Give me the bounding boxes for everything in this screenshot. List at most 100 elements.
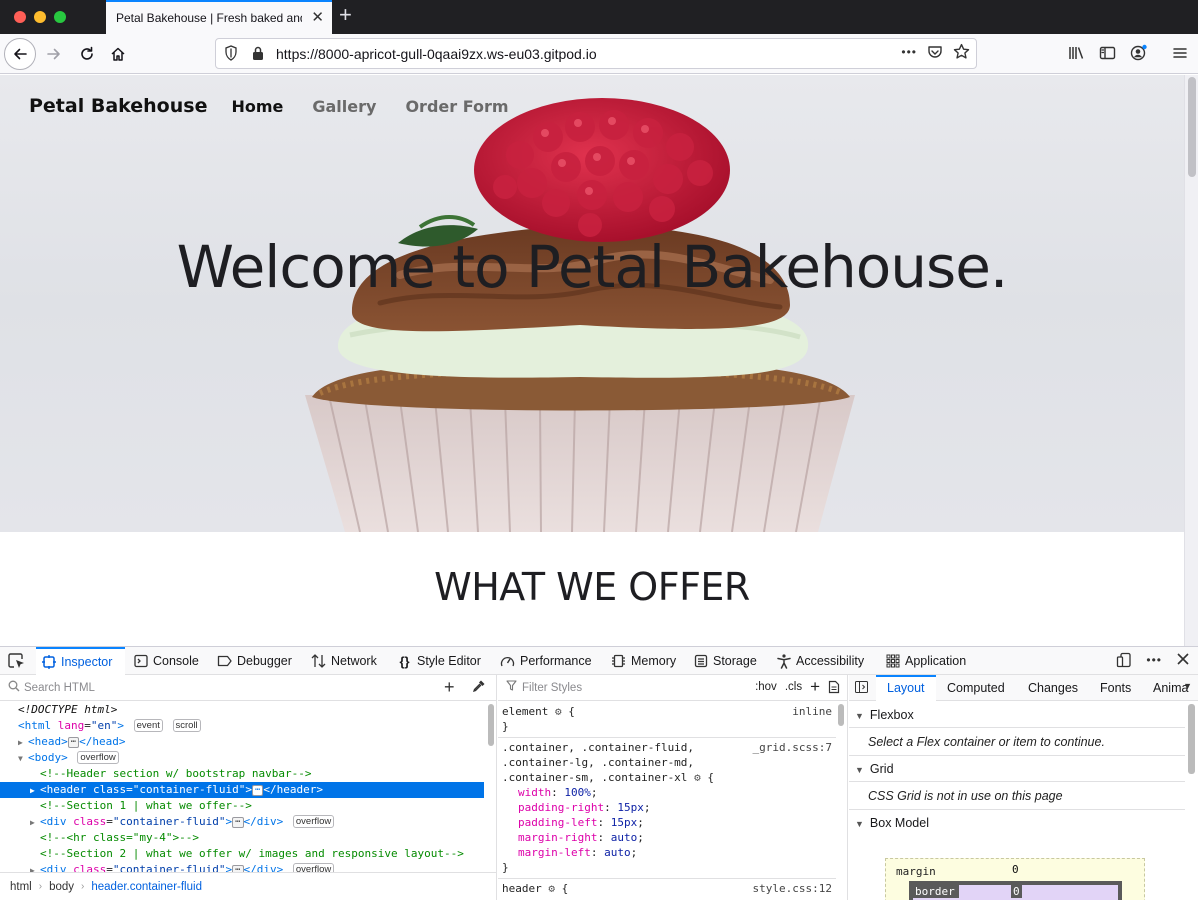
- reload-button[interactable]: [71, 38, 103, 70]
- tab-console[interactable]: Console: [134, 647, 199, 675]
- tree-row-header-selected[interactable]: ▶ <header class="container-fluid"> ⋯ </head…: [0, 782, 484, 798]
- rule-selector[interactable]: element: [502, 705, 548, 718]
- page-actions-icon[interactable]: •••: [901, 45, 917, 59]
- tree-row-comment[interactable]: <!--Section 1 | what we offer-->: [0, 798, 484, 814]
- gear-icon[interactable]: ⚙: [555, 705, 562, 718]
- gear-icon[interactable]: ⚙: [694, 771, 701, 784]
- rules-scrollbar[interactable]: [836, 702, 846, 900]
- toggle-pane-icon[interactable]: [855, 681, 868, 693]
- account-icon[interactable]: [1130, 44, 1148, 61]
- breadcrumb-body[interactable]: body: [49, 881, 74, 893]
- browser-tab[interactable]: Petal Bakehouse | Fresh baked and… ✕: [106, 0, 332, 34]
- forward-button[interactable]: [38, 38, 70, 70]
- css-declaration[interactable]: margin-right: auto;: [502, 830, 832, 845]
- breadcrumb-html[interactable]: html: [10, 881, 32, 893]
- nav-link-home[interactable]: Home: [231, 97, 283, 116]
- devtools-close-icon[interactable]: [1176, 652, 1190, 666]
- css-declaration[interactable]: padding-left: 15px;: [502, 815, 832, 830]
- sidebar-tab-computed[interactable]: Computed: [947, 675, 1005, 701]
- sidebar-tab-layout[interactable]: Layout: [876, 675, 936, 701]
- minimize-window-button[interactable]: [34, 11, 46, 23]
- box-model-margin[interactable]: margin 0 border 0: [885, 858, 1145, 900]
- rule-selector[interactable]: .container-sm, .container-xl: [502, 771, 687, 784]
- cls-toggle[interactable]: .cls: [785, 681, 802, 693]
- tab-storage[interactable]: Storage: [694, 647, 757, 675]
- tree-row-div[interactable]: ▶ <div class="container-fluid"> ⋯ </div> ov…: [0, 814, 484, 830]
- rules-scrollbar-thumb[interactable]: [838, 704, 844, 726]
- hamburger-menu-icon[interactable]: [1172, 45, 1188, 61]
- tree-row-comment[interactable]: <!--<hr class="my-4">-->: [0, 830, 484, 846]
- add-rule-button[interactable]: +: [810, 678, 820, 695]
- box-model-border[interactable]: border 0: [909, 881, 1122, 900]
- tree-row-comment[interactable]: <!--Section 2 | what we offer w/ images …: [0, 846, 484, 862]
- breadcrumb-header[interactable]: header.container-fluid: [91, 881, 202, 893]
- box-model-accordion[interactable]: ▼ Box Model: [849, 810, 1185, 836]
- nav-link-order-form[interactable]: Order Form: [405, 97, 508, 116]
- close-window-button[interactable]: [14, 11, 26, 23]
- tree-row-doctype[interactable]: <!DOCTYPE html>: [0, 702, 484, 718]
- tree-row-body[interactable]: ▼ <body> overflow: [0, 750, 484, 766]
- collapsed-dots[interactable]: ⋯: [232, 817, 244, 828]
- scroll-badge[interactable]: scroll: [172, 719, 201, 732]
- overflow-badge[interactable]: overflow: [292, 815, 335, 828]
- tab-accessibility[interactable]: Accessibility: [777, 647, 864, 675]
- tab-network[interactable]: Network: [311, 647, 377, 675]
- tab-debugger[interactable]: Debugger: [217, 647, 292, 675]
- collapse-triangle-icon[interactable]: ▼: [18, 751, 28, 767]
- sidebar-scrollbar-thumb[interactable]: [1188, 704, 1195, 774]
- tab-performance[interactable]: Performance: [500, 647, 592, 675]
- event-badge[interactable]: event: [133, 719, 163, 732]
- tree-row-div[interactable]: ▶ <div class="container-fluid"> ⋯ </div> ov…: [0, 862, 484, 872]
- tab-close-icon[interactable]: ✕: [311, 10, 324, 25]
- sidebar-icon[interactable]: [1099, 45, 1116, 61]
- lock-icon[interactable]: [251, 45, 265, 61]
- tab-style-editor[interactable]: {} Style Editor: [397, 647, 480, 675]
- url-bar[interactable]: https://8000-apricot-gull-0qaai9zx.ws-eu…: [215, 38, 977, 69]
- collapsed-dots[interactable]: ⋯: [67, 737, 80, 748]
- responsive-design-icon[interactable]: [1116, 652, 1132, 668]
- nav-link-gallery[interactable]: Gallery: [312, 97, 376, 116]
- print-media-icon[interactable]: [828, 680, 840, 694]
- rule-selector[interactable]: .container-lg, .container-md,: [502, 755, 832, 770]
- element-picker-icon[interactable]: [8, 653, 26, 669]
- url-text[interactable]: https://8000-apricot-gull-0qaai9zx.ws-eu…: [276, 46, 597, 62]
- sidebar-tab-changes[interactable]: Changes: [1028, 675, 1078, 701]
- pocket-icon[interactable]: [927, 44, 943, 60]
- tab-application[interactable]: Application: [886, 647, 966, 675]
- overflow-badge[interactable]: overflow: [77, 751, 119, 764]
- rule-source[interactable]: style.css:12: [753, 881, 832, 896]
- tree-row-html[interactable]: <html lang="en"> event scroll: [0, 718, 484, 734]
- rule-selector[interactable]: header: [502, 882, 542, 895]
- home-button[interactable]: [102, 38, 134, 70]
- css-declaration[interactable]: margin-left: auto;: [502, 845, 832, 860]
- expand-triangle-icon[interactable]: ▶: [30, 863, 40, 872]
- bookmark-star-icon[interactable]: [953, 43, 970, 60]
- css-declaration[interactable]: width: 100%;: [502, 785, 832, 800]
- hov-toggle[interactable]: :hov: [755, 681, 777, 693]
- margin-top-value[interactable]: 0: [1012, 863, 1019, 876]
- expand-triangle-icon[interactable]: ▶: [18, 735, 28, 751]
- rule-source[interactable]: _grid.scss:7: [753, 740, 832, 755]
- tree-row-comment[interactable]: <!--Header section w/ bootstrap navbar--…: [0, 766, 484, 782]
- chevron-down-icon[interactable]: ▼: [1183, 681, 1192, 691]
- css-declaration[interactable]: padding-right: 15px;: [502, 800, 832, 815]
- collapsed-dots[interactable]: ⋯: [251, 785, 264, 796]
- flexbox-accordion[interactable]: ▼ Flexbox: [849, 702, 1185, 728]
- tab-inspector[interactable]: Inspector: [36, 647, 125, 675]
- tracking-shield-icon[interactable]: [224, 45, 238, 61]
- filter-styles-input[interactable]: [520, 678, 710, 698]
- sidebar-scrollbar[interactable]: [1185, 702, 1197, 900]
- library-icon[interactable]: [1068, 45, 1085, 61]
- eyedropper-icon[interactable]: [472, 679, 486, 693]
- collapsed-dots[interactable]: ⋯: [232, 865, 244, 872]
- tab-memory[interactable]: Memory: [611, 647, 676, 675]
- search-html-input[interactable]: [22, 678, 432, 698]
- add-node-icon[interactable]: +: [444, 677, 455, 698]
- page-scrollbar-thumb[interactable]: [1188, 77, 1196, 177]
- expand-triangle-icon[interactable]: ▶: [30, 815, 40, 831]
- markup-scrollbar[interactable]: [486, 702, 496, 872]
- markup-scrollbar-thumb[interactable]: [488, 704, 494, 746]
- overflow-badge[interactable]: overflow: [292, 863, 335, 872]
- new-tab-button[interactable]: +: [339, 4, 352, 26]
- maximize-window-button[interactable]: [54, 11, 66, 23]
